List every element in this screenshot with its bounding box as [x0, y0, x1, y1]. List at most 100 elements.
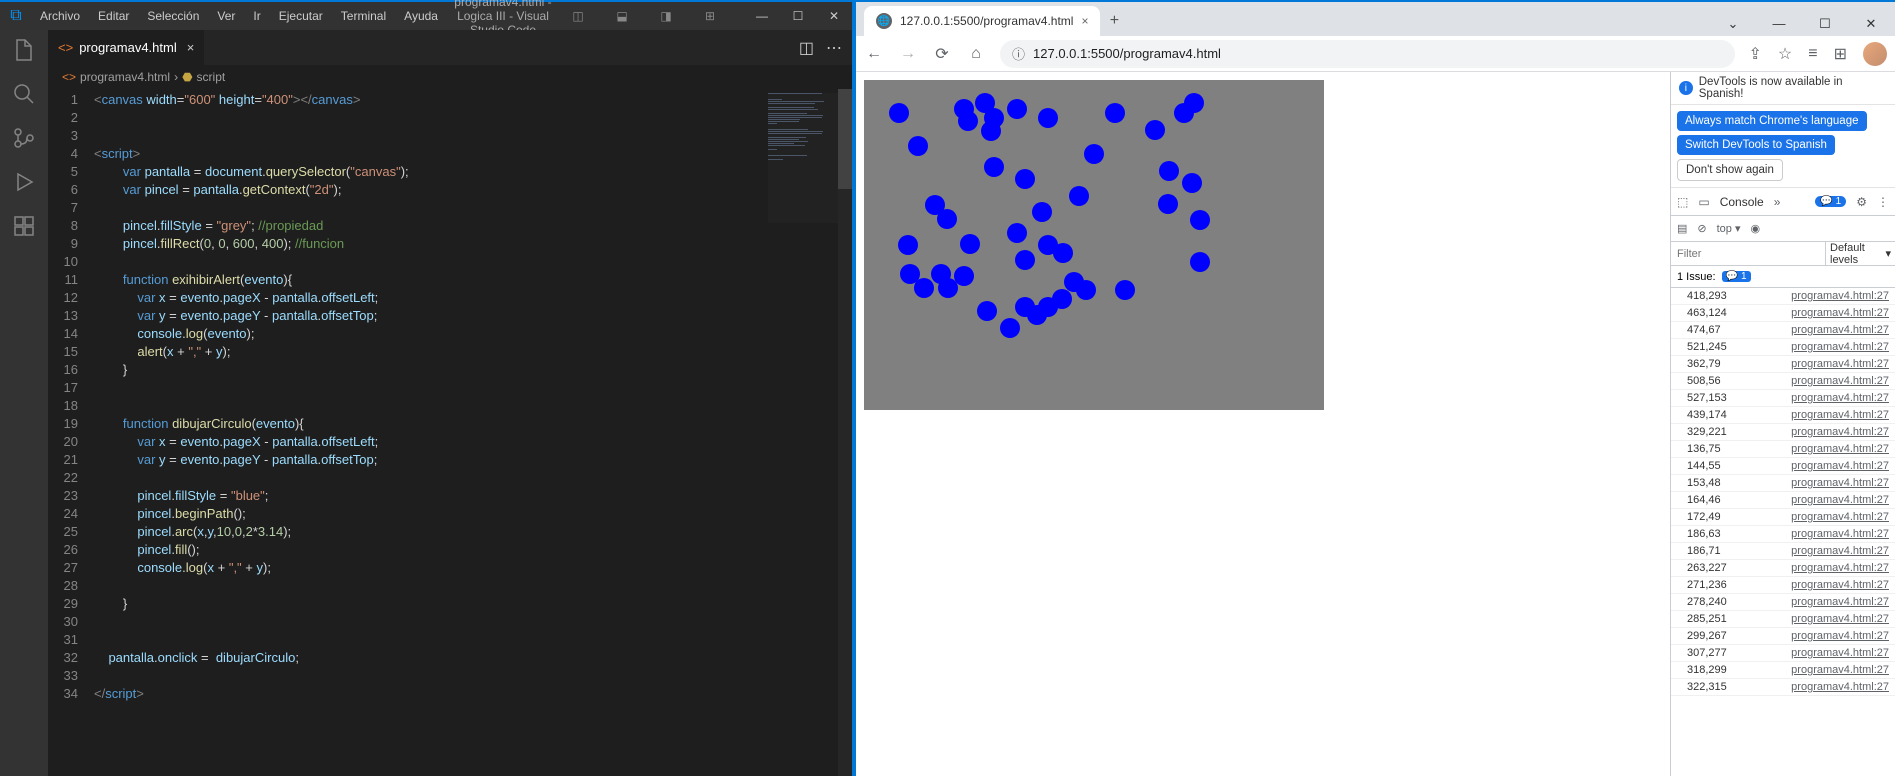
home-button[interactable]: ⌂ [966, 45, 986, 63]
profile-avatar[interactable] [1863, 42, 1887, 66]
console-row[interactable]: 521,245programav4.html:27 [1671, 339, 1895, 356]
dock-menu-icon[interactable]: ⋮ [1877, 195, 1889, 209]
log-source-link[interactable]: programav4.html:27 [1791, 596, 1889, 608]
split-editor-icon[interactable]: ◫ [799, 38, 814, 58]
menu-ejecutar[interactable]: Ejecutar [271, 5, 331, 27]
reading-list-icon[interactable]: ≡ [1808, 45, 1817, 63]
console-row[interactable]: 418,293programav4.html:27 [1671, 288, 1895, 305]
menu-ir[interactable]: Ir [245, 5, 268, 27]
log-source-link[interactable]: programav4.html:27 [1791, 324, 1889, 336]
log-source-link[interactable]: programav4.html:27 [1791, 647, 1889, 659]
menu-archivo[interactable]: Archivo [32, 5, 88, 27]
console-row[interactable]: 136,75programav4.html:27 [1671, 441, 1895, 458]
scrollbar-thumb[interactable] [838, 89, 852, 189]
console-tab[interactable]: Console [1720, 195, 1764, 209]
bookmark-icon[interactable]: ☆ [1778, 44, 1792, 64]
log-source-link[interactable]: programav4.html:27 [1791, 528, 1889, 540]
log-source-link[interactable]: programav4.html:27 [1791, 511, 1889, 523]
chrome-tab[interactable]: 🌐 127.0.0.1:5500/programav4.html × [864, 6, 1100, 36]
minimize-button[interactable]: — [744, 5, 780, 27]
tab-close-icon[interactable]: × [187, 40, 195, 55]
settings-icon[interactable]: ⚙ [1856, 195, 1867, 209]
console-row[interactable]: 172,49programav4.html:27 [1671, 509, 1895, 526]
console-row[interactable]: 299,267programav4.html:27 [1671, 628, 1895, 645]
log-source-link[interactable]: programav4.html:27 [1791, 494, 1889, 506]
console-row[interactable]: 307,277programav4.html:27 [1671, 645, 1895, 662]
console-row[interactable]: 285,251programav4.html:27 [1671, 611, 1895, 628]
minimize-button[interactable]: — [1757, 16, 1801, 32]
dont-show-button[interactable]: Don't show again [1677, 159, 1783, 181]
code-content[interactable]: <canvas width="600" height="400"></canva… [94, 89, 852, 776]
log-source-link[interactable]: programav4.html:27 [1791, 613, 1889, 625]
clear-console-icon[interactable]: ⊘ [1697, 222, 1706, 235]
console-row[interactable]: 329,221programav4.html:27 [1671, 424, 1895, 441]
console-row[interactable]: 322,315programav4.html:27 [1671, 679, 1895, 696]
layout-customize-icon[interactable]: ⊞ [692, 5, 728, 27]
console-row[interactable]: 508,56programav4.html:27 [1671, 373, 1895, 390]
editor-more-icon[interactable]: ⋯ [826, 38, 842, 58]
maximize-button[interactable]: ☐ [780, 5, 816, 27]
message-badge[interactable]: 💬 1 [1815, 196, 1846, 207]
log-source-link[interactable]: programav4.html:27 [1791, 409, 1889, 421]
editor-tab[interactable]: <> programav4.html × [48, 30, 205, 65]
log-source-link[interactable]: programav4.html:27 [1791, 579, 1889, 591]
issues-bar[interactable]: 1 Issue: 💬 1 [1671, 266, 1895, 288]
tab-search-icon[interactable]: ⌄ [1711, 16, 1755, 32]
explorer-icon[interactable] [12, 38, 36, 62]
console-sidebar-icon[interactable]: ▤ [1677, 222, 1687, 235]
console-row[interactable]: 318,299programav4.html:27 [1671, 662, 1895, 679]
menu-editar[interactable]: Editar [90, 5, 137, 27]
context-selector[interactable]: top ▾ [1717, 222, 1741, 235]
log-source-link[interactable]: programav4.html:27 [1791, 545, 1889, 557]
console-row[interactable]: 144,55programav4.html:27 [1671, 458, 1895, 475]
console-row[interactable]: 278,240programav4.html:27 [1671, 594, 1895, 611]
console-row[interactable]: 271,236programav4.html:27 [1671, 577, 1895, 594]
maximize-button[interactable]: ☐ [1803, 16, 1847, 32]
share-icon[interactable]: ⇪ [1749, 44, 1762, 64]
menu-seleccion[interactable]: Selección [139, 5, 207, 27]
log-levels-selector[interactable]: Default levels ▾ [1825, 242, 1895, 265]
menu-ayuda[interactable]: Ayuda [396, 5, 446, 27]
log-source-link[interactable]: programav4.html:27 [1791, 375, 1889, 387]
filter-input[interactable] [1671, 248, 1825, 260]
console-row[interactable]: 153,48programav4.html:27 [1671, 475, 1895, 492]
console-row[interactable]: 474,67programav4.html:27 [1671, 322, 1895, 339]
always-match-button[interactable]: Always match Chrome's language [1677, 111, 1867, 131]
log-source-link[interactable]: programav4.html:27 [1791, 392, 1889, 404]
console-row[interactable]: 439,174programav4.html:27 [1671, 407, 1895, 424]
log-source-link[interactable]: programav4.html:27 [1791, 290, 1889, 302]
console-row[interactable]: 263,227programav4.html:27 [1671, 560, 1895, 577]
log-source-link[interactable]: programav4.html:27 [1791, 681, 1889, 693]
forward-button[interactable]: → [898, 45, 918, 63]
canvas[interactable] [864, 80, 1324, 410]
back-button[interactable]: ← [864, 45, 884, 63]
log-source-link[interactable]: programav4.html:27 [1791, 358, 1889, 370]
site-info-icon[interactable]: ⓘ [1012, 44, 1025, 63]
close-button[interactable]: ✕ [1849, 16, 1893, 32]
log-source-link[interactable]: programav4.html:27 [1791, 460, 1889, 472]
tab-close-icon[interactable]: × [1081, 14, 1088, 28]
console-row[interactable]: 164,46programav4.html:27 [1671, 492, 1895, 509]
log-source-link[interactable]: programav4.html:27 [1791, 341, 1889, 353]
code-editor[interactable]: 1234567891011121314151617181920212223242… [48, 89, 852, 776]
more-tabs-icon[interactable]: » [1774, 195, 1781, 209]
console-row[interactable]: 186,63programav4.html:27 [1671, 526, 1895, 543]
extensions-icon[interactable]: ⊞ [1834, 44, 1847, 64]
log-source-link[interactable]: programav4.html:27 [1791, 426, 1889, 438]
reload-button[interactable]: ⟳ [932, 44, 952, 64]
page-viewport[interactable] [856, 72, 1670, 776]
log-source-link[interactable]: programav4.html:27 [1791, 443, 1889, 455]
console-row[interactable]: 463,124programav4.html:27 [1671, 305, 1895, 322]
live-expression-icon[interactable]: ◉ [1751, 222, 1761, 235]
console-row[interactable]: 527,153programav4.html:27 [1671, 390, 1895, 407]
log-source-link[interactable]: programav4.html:27 [1791, 307, 1889, 319]
console-row[interactable]: 362,79programav4.html:27 [1671, 356, 1895, 373]
extensions-icon[interactable] [12, 214, 36, 238]
menu-terminal[interactable]: Terminal [333, 5, 394, 27]
log-source-link[interactable]: programav4.html:27 [1791, 664, 1889, 676]
console-log[interactable]: 418,293programav4.html:27463,124programa… [1671, 288, 1895, 776]
inspect-icon[interactable]: ⬚ [1677, 195, 1688, 209]
close-button[interactable]: ✕ [816, 5, 852, 27]
log-source-link[interactable]: programav4.html:27 [1791, 477, 1889, 489]
breadcrumb[interactable]: <> programav4.html › ⬣ script [48, 65, 852, 89]
